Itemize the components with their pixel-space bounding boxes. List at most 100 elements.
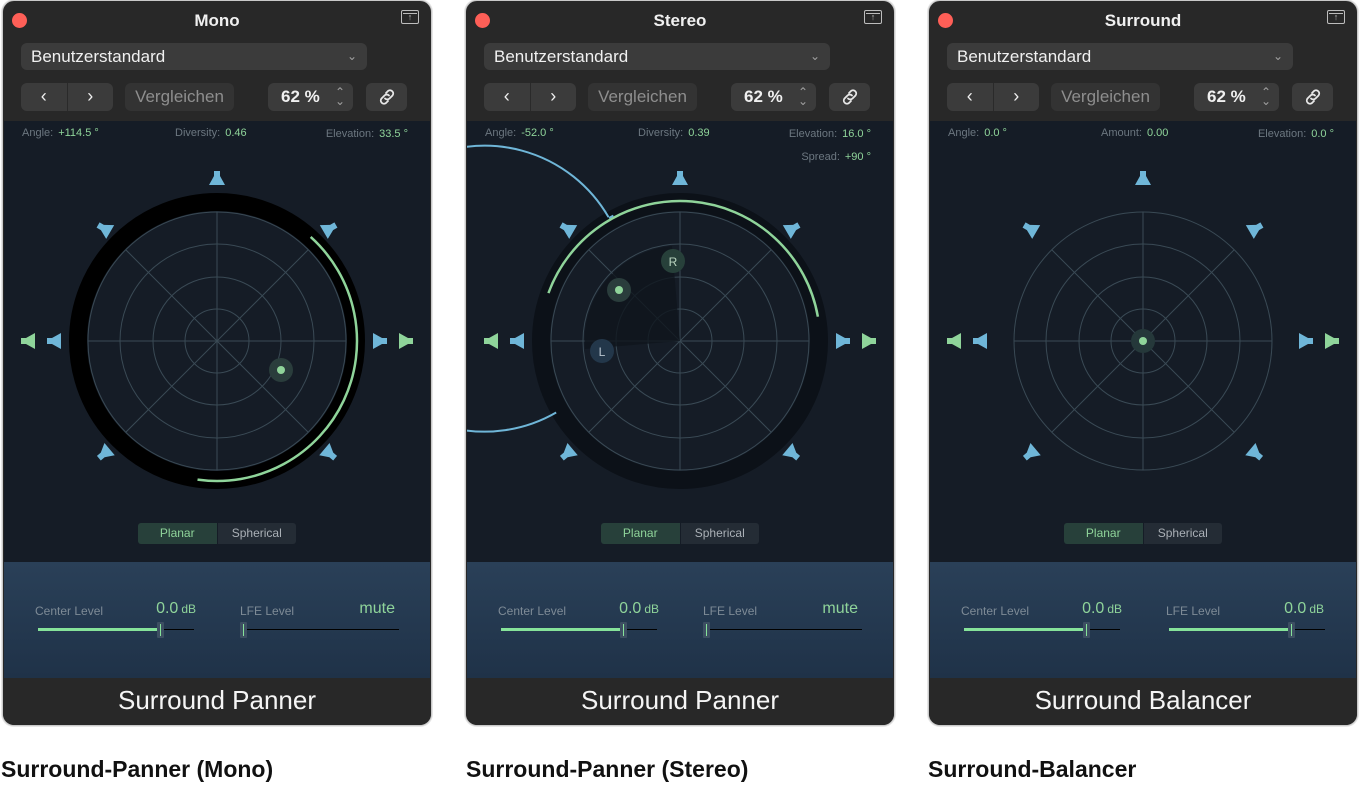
levels-section: Center Level 0.0 dB LFE Level 0.0 dB [930,562,1356,678]
compare-button[interactable]: Vergleichen [125,83,234,111]
center-level-value[interactable]: 0.0 dB [1030,600,1122,618]
speaker-right[interactable] [1299,333,1313,349]
expand-icon[interactable]: ↑ [401,10,419,24]
compare-button[interactable]: Vergleichen [1051,83,1160,111]
lfe-level-number: 0.0 [1284,600,1307,617]
lfe-level-value[interactable]: mute [304,600,398,618]
view-zoom-stepper[interactable]: 62 % ⌃ ⌄ [268,83,353,111]
speaker-left-surround[interactable] [94,443,115,464]
speaker-icon [319,222,338,239]
speaker-icon [1245,443,1264,461]
panner-display[interactable]: Angle: -52.0 ° Diversity: 0.39 Elevation: 16.… [467,121,893,562]
window-title: Mono [194,11,240,30]
lfe-level-slider-handle[interactable] [240,622,247,638]
link-icon [1305,89,1321,105]
center-level-fill [501,628,623,631]
previous-preset-button[interactable]: ‹ [947,83,994,111]
center-level-slider-handle[interactable] [1082,622,1090,638]
balance-puck[interactable] [1139,337,1147,345]
pan-puck[interactable] [277,366,285,374]
expand-icon[interactable]: ↑ [1327,10,1345,24]
speaker-left-wide[interactable] [21,333,35,349]
lfe-level-number: mute [822,600,858,617]
speaker-right-wide[interactable] [862,333,876,349]
preset-dropdown[interactable]: Benutzerstandard ⌄ [21,43,367,70]
speaker-left[interactable] [47,333,61,349]
toolbar: ‹ › Vergleichen 62 % ⌃ ⌄ [3,83,431,111]
compare-button[interactable]: Vergleichen [588,83,697,111]
pan-puck[interactable] [615,286,623,294]
previous-preset-button[interactable]: ‹ [484,83,531,111]
next-preset-button[interactable]: › [68,83,114,111]
toolbar: ‹ › Vergleichen 62 % ⌃ ⌄ [466,83,894,111]
speaker-right-front[interactable] [319,218,340,239]
mode-planar-button[interactable]: Planar [601,523,680,544]
mode-spherical-button[interactable]: Spherical [217,523,296,544]
lfe-level-slider-handle[interactable] [1287,622,1295,638]
speaker-left-surround[interactable] [557,443,578,464]
center-level-value[interactable]: 0.0 dB [104,600,196,618]
mode-spherical-button[interactable]: Spherical [680,523,759,544]
speaker-left-front[interactable] [1020,218,1041,239]
lfe-level-value[interactable]: mute [767,600,861,618]
preset-dropdown[interactable]: Benutzerstandard ⌄ [484,43,830,70]
center-level-slider-handle[interactable] [156,622,164,638]
speaker-center[interactable] [672,171,688,185]
speaker-left-wide[interactable] [484,333,498,349]
speaker-left[interactable] [510,333,524,349]
view-zoom-stepper[interactable]: 62 % ⌃ ⌄ [1194,83,1279,111]
panner-display[interactable]: Angle: 0.0 ° Amount: 0.00 Elevation: 0.0 ° Pl… [930,121,1356,562]
center-level-number: 0.0 [156,600,179,617]
previous-preset-button[interactable]: ‹ [21,83,68,111]
lfe-level-value[interactable]: 0.0 dB [1230,600,1324,618]
center-level-slider-handle[interactable] [619,622,627,638]
speaker-icon [782,443,801,461]
link-button[interactable] [366,83,407,111]
expand-icon[interactable]: ↑ [864,10,882,24]
speaker-icon [96,443,115,461]
speaker-icon [559,222,578,239]
next-preset-button[interactable]: › [531,83,577,111]
lfe-level-slider-handle[interactable] [703,622,710,638]
speaker-right-front[interactable] [1245,218,1266,239]
chevron-down-icon: ⌄ [346,49,357,63]
lfe-level-number: mute [359,600,395,617]
panner-field[interactable] [930,121,1356,562]
speaker-right-wide[interactable] [1325,333,1339,349]
link-button[interactable] [829,83,870,111]
speaker-left-front[interactable] [557,218,578,239]
preset-dropdown[interactable]: Benutzerstandard ⌄ [947,43,1293,70]
speaker-right-surround[interactable] [1245,443,1266,464]
speaker-left-surround[interactable] [1020,443,1041,464]
next-preset-button[interactable]: › [994,83,1040,111]
lfe-level-track[interactable] [706,629,862,630]
panner-field[interactable]: LR [467,121,893,562]
speaker-icon [862,333,876,349]
mode-planar-button[interactable]: Planar [1064,523,1143,544]
right-channel-label: R [669,255,678,269]
mode-spherical-button[interactable]: Spherical [1143,523,1222,544]
speaker-center[interactable] [1135,171,1151,185]
speaker-right-surround[interactable] [782,443,803,464]
panner-field[interactable] [4,121,430,562]
speaker-left-front[interactable] [94,218,115,239]
speaker-center[interactable] [209,171,225,185]
speaker-icon [559,443,578,461]
speaker-left-wide[interactable] [947,333,961,349]
speaker-right[interactable] [836,333,850,349]
view-zoom-stepper[interactable]: 62 % ⌃ ⌄ [731,83,816,111]
center-level-fill [38,628,160,631]
speaker-right-wide[interactable] [399,333,413,349]
speaker-icon [1325,333,1339,349]
speaker-right[interactable] [373,333,387,349]
link-button[interactable] [1292,83,1333,111]
speaker-right-front[interactable] [782,218,803,239]
preset-nav: ‹ › [484,83,576,111]
lfe-level-track[interactable] [243,629,399,630]
window-title: Surround [1104,11,1182,30]
panner-display[interactable]: Angle: +114.5 ° Diversity: 0.46 Elevation: 33… [4,121,430,562]
center-level-value[interactable]: 0.0 dB [567,600,659,618]
speaker-right-surround[interactable] [319,443,340,464]
mode-planar-button[interactable]: Planar [138,523,217,544]
speaker-left[interactable] [973,333,987,349]
